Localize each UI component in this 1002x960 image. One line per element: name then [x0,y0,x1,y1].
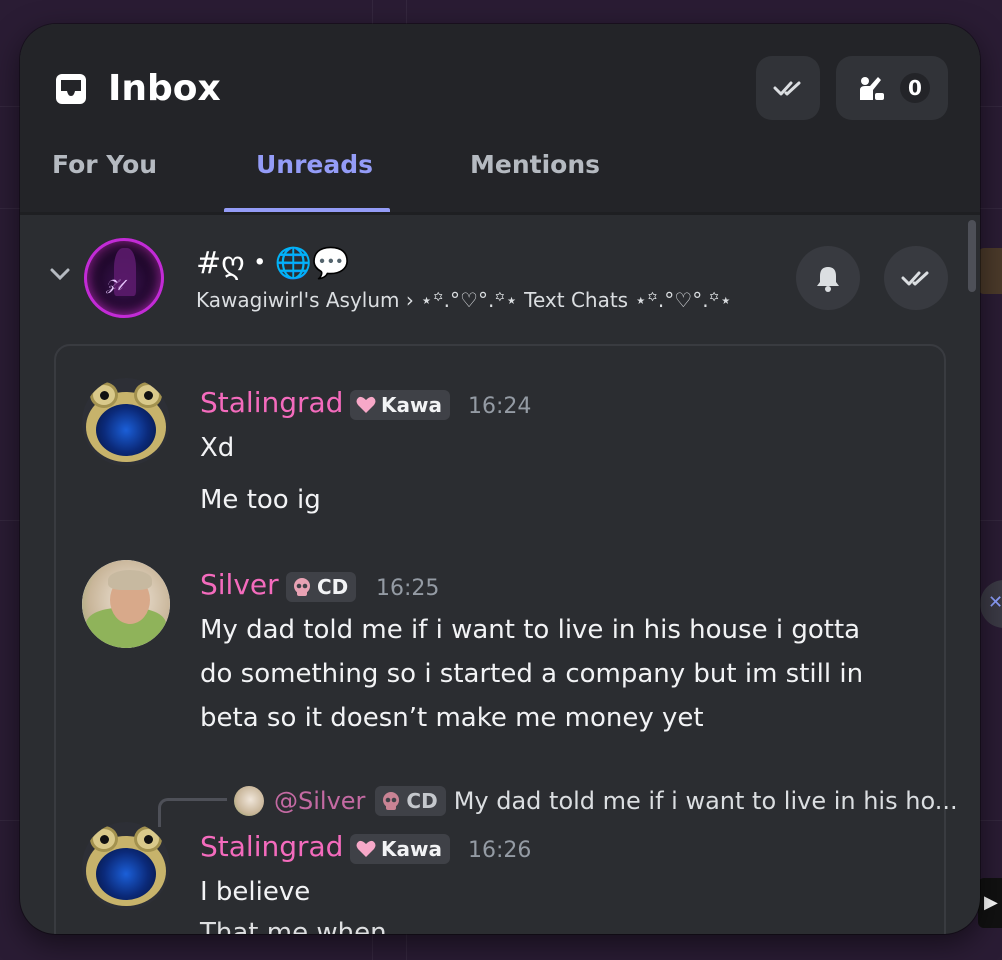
reply-preview[interactable]: @Silver CD My dad told me if i want to l… [234,786,958,816]
avatar[interactable] [82,378,170,466]
avatar-frog-eye [90,382,118,408]
message-text-partial: That me when........ [200,918,453,934]
avatar-frog-face [96,848,156,900]
mark-channel-read-button[interactable] [884,246,948,310]
channel-name[interactable]: #ღ・🌐💬 [196,238,349,282]
reply-role-tag: CD [375,786,446,816]
channel-breadcrumb[interactable]: Kawagiwirl's Asylum › ⋆꙳.°♡°.꙳⋆ Text Cha… [196,286,732,313]
skull-icon [383,792,400,810]
double-check-icon [773,81,801,96]
role-tag[interactable]: Kawa [350,834,450,864]
message-author[interactable]: Stalingrad [200,386,343,419]
avatar-frog-eye [90,826,118,852]
double-check-icon [901,271,929,286]
message-text: Xd [200,433,235,463]
message-author[interactable]: Silver [200,568,279,601]
inbox-popout: Inbox 0 For You Unreads Mentions 𝒵𝓁 #ღ・🌐… [20,24,980,934]
tab-for-you[interactable]: For You [52,150,157,179]
chevron-down-icon[interactable] [48,264,72,284]
heart-icon [356,840,376,857]
avatar[interactable] [82,560,170,648]
inbox-title: Inbox [108,68,221,109]
requests-count-badge: 0 [900,73,930,103]
inbox-icon [56,74,86,104]
message-author[interactable]: Stalingrad [200,830,343,863]
tab-unreads[interactable]: Unreads [256,150,373,179]
reply-connector [158,798,227,827]
avatar-frog-eye [134,382,162,408]
skull-icon [294,578,310,596]
messages-card: Stalingrad Kawa 16:24 Xd Me too ig Silve… [54,344,958,934]
avatar[interactable] [82,822,170,910]
bell-icon [817,267,839,292]
heart-icon [356,396,376,413]
background-thumbnail [978,248,1002,294]
mark-all-read-button[interactable] [756,56,820,120]
server-icon-signature: 𝒵𝓁 [106,276,123,294]
inbox-tabs: For You Unreads Mentions [20,144,980,212]
channel-header: 𝒵𝓁 #ღ・🌐💬 Kawagiwirl's Asylum › ⋆꙳.°♡°.꙳⋆… [20,216,980,336]
reply-text: My dad told me if i want to live in his … [453,787,958,815]
avatar-hair [108,570,152,590]
message-timestamp: 16:25 [376,576,440,601]
background-tile: ▶ [978,878,1002,928]
server-icon[interactable]: 𝒵𝓁 [84,238,164,318]
message-requests-button[interactable]: 0 [836,56,948,120]
play-icon: ▶ [984,892,998,913]
header-divider [20,212,980,215]
reply-author[interactable]: @Silver [274,787,365,815]
person-wave-icon [860,77,884,100]
reply-avatar [234,786,264,816]
reply-role-tag-label: CD [406,789,438,813]
message-text: My dad told me if i want to live in his … [200,615,861,645]
role-tag-label: Kawa [381,393,442,417]
message-text: I believe [200,877,311,907]
role-tag-label: Kawa [381,837,442,861]
avatar-frog-eye [134,826,162,852]
notification-settings-button[interactable] [796,246,860,310]
background-close-button: ✕ [980,580,1002,628]
message-timestamp: 16:24 [468,394,532,419]
message-text: beta so it doesn’t make me money yet [200,703,704,733]
message-timestamp: 16:26 [468,838,532,863]
close-icon: ✕ [988,592,1002,613]
role-tag[interactable]: CD [286,572,357,602]
role-tag[interactable]: Kawa [350,390,450,420]
message-text: Me too ig [200,485,321,515]
message-text: do something so i started a company but … [200,659,864,689]
role-tag-label: CD [317,575,349,599]
tab-mentions[interactable]: Mentions [470,150,600,179]
avatar-frog-face [96,404,156,456]
